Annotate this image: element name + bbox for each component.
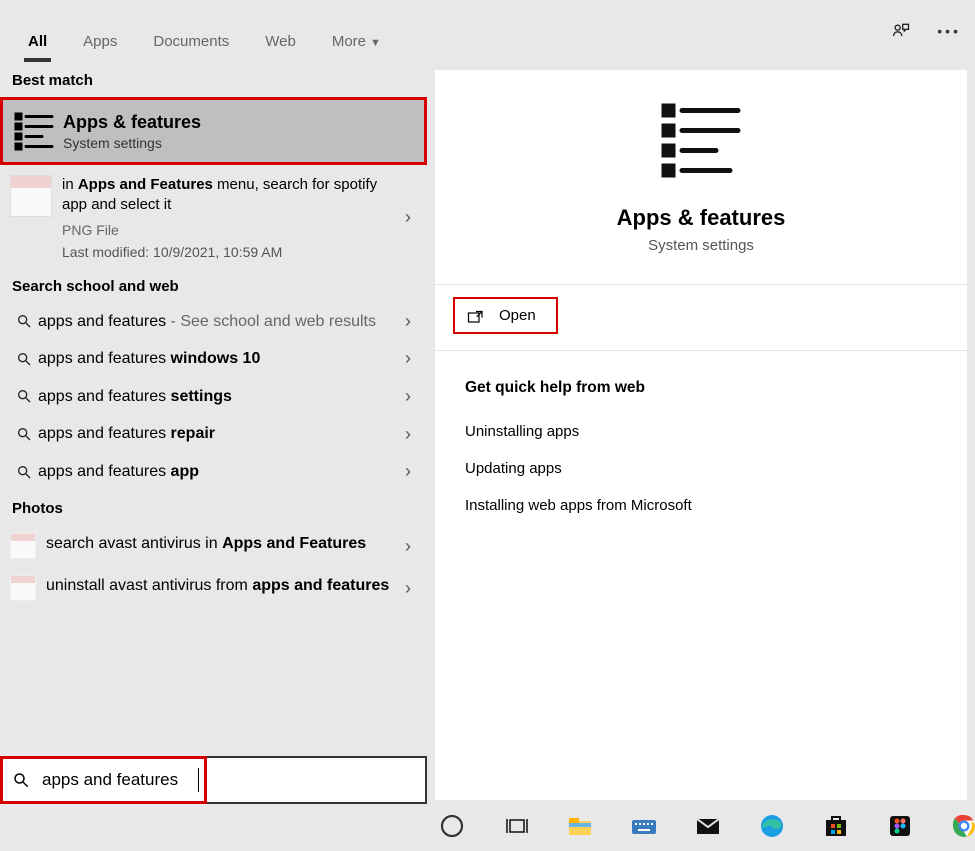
open-button-label: Open: [499, 307, 536, 324]
mail-icon[interactable]: [694, 809, 722, 843]
help-link[interactable]: Installing web apps from Microsoft: [465, 487, 937, 524]
preview-pane: Apps & features System settings Open Get…: [435, 70, 967, 800]
web-suggestion-text: apps and features settings: [38, 386, 399, 408]
apps-features-list-icon: [13, 110, 55, 152]
search-filter-tabs: All Apps Documents Web More▼ •••: [0, 0, 975, 62]
tab-all[interactable]: All: [10, 23, 65, 62]
web-suggestion-text: apps and features repair: [38, 423, 399, 445]
search-box[interactable]: [0, 756, 427, 804]
file-explorer-icon[interactable]: [566, 809, 594, 843]
microsoft-store-icon[interactable]: [822, 809, 850, 843]
search-input[interactable]: [40, 769, 425, 791]
file-modified-label: Last modified: 10/9/2021, 10:59 AM: [62, 244, 399, 260]
search-icon: [10, 313, 38, 329]
photo-thumbnail-icon: [10, 575, 36, 601]
options-icon[interactable]: •••: [937, 23, 961, 39]
web-suggestion-text: apps and features app: [38, 461, 399, 483]
web-suggestion-text: apps and features windows 10: [38, 348, 399, 370]
photo-result-text: uninstall avast antivirus from apps and …: [46, 575, 399, 601]
photo-result-text: search avast antivirus in Apps and Featu…: [46, 533, 399, 559]
feedback-icon[interactable]: [891, 21, 911, 41]
chevron-right-icon: ›: [399, 207, 417, 228]
onscreen-keyboard-icon[interactable]: [630, 809, 658, 843]
best-match-result[interactable]: Apps & features System settings: [0, 97, 427, 165]
results-column: Best match Apps & fea: [0, 62, 427, 800]
section-header-web: Search school and web: [0, 268, 427, 303]
photo-result[interactable]: uninstall avast antivirus from apps and …: [0, 567, 427, 609]
chevron-down-icon: ▼: [370, 37, 381, 49]
file-result[interactable]: in Apps and Features menu, search for sp…: [0, 165, 427, 268]
search-icon: [10, 351, 38, 367]
section-header-photos: Photos: [0, 490, 427, 525]
chevron-right-icon: ›: [399, 536, 417, 557]
file-result-title: in Apps and Features menu, search for sp…: [62, 175, 399, 216]
photo-result[interactable]: search avast antivirus in Apps and Featu…: [0, 525, 427, 567]
help-link[interactable]: Updating apps: [465, 450, 937, 487]
web-suggestion[interactable]: apps and features windows 10 ›: [0, 340, 427, 378]
tab-apps[interactable]: Apps: [65, 23, 135, 62]
chevron-right-icon: ›: [399, 386, 417, 407]
file-thumbnail-icon: [10, 175, 52, 217]
chrome-icon[interactable]: [950, 809, 975, 843]
file-type-label: PNG File: [62, 222, 399, 238]
taskbar: [0, 801, 975, 851]
chevron-right-icon: ›: [399, 461, 417, 482]
preview-subtitle: System settings: [435, 237, 967, 254]
chevron-right-icon: ›: [399, 424, 417, 445]
help-link[interactable]: Uninstalling apps: [465, 413, 937, 450]
section-header-best-match: Best match: [0, 62, 427, 97]
task-view-icon[interactable]: [502, 809, 530, 843]
web-suggestion[interactable]: apps and features app ›: [0, 453, 427, 491]
preview-title: Apps & features: [435, 205, 967, 231]
search-icon: [10, 388, 38, 404]
text-caret: [198, 768, 199, 792]
figma-icon[interactable]: [886, 809, 914, 843]
chevron-right-icon: ›: [399, 311, 417, 332]
edge-browser-icon[interactable]: [758, 809, 786, 843]
web-suggestion-text: apps and features - See school and web r…: [38, 311, 399, 333]
apps-features-list-icon: [660, 100, 742, 178]
best-match-title: Apps & features: [63, 112, 201, 133]
web-suggestion[interactable]: apps and features settings ›: [0, 378, 427, 416]
open-icon: [467, 308, 485, 324]
chevron-right-icon: ›: [399, 578, 417, 599]
web-suggestion[interactable]: apps and features repair ›: [0, 415, 427, 453]
search-icon: [10, 426, 38, 442]
open-button[interactable]: Open: [453, 297, 558, 334]
cortana-icon[interactable]: [438, 809, 466, 843]
search-icon: [10, 464, 38, 480]
help-header: Get quick help from web: [465, 379, 937, 397]
tab-web[interactable]: Web: [247, 23, 314, 62]
web-suggestion[interactable]: apps and features - See school and web r…: [0, 303, 427, 341]
tab-more[interactable]: More▼: [314, 23, 399, 62]
photo-thumbnail-icon: [10, 533, 36, 559]
search-icon: [2, 771, 40, 789]
chevron-right-icon: ›: [399, 348, 417, 369]
best-match-subtitle: System settings: [63, 135, 201, 151]
tab-documents[interactable]: Documents: [135, 23, 247, 62]
